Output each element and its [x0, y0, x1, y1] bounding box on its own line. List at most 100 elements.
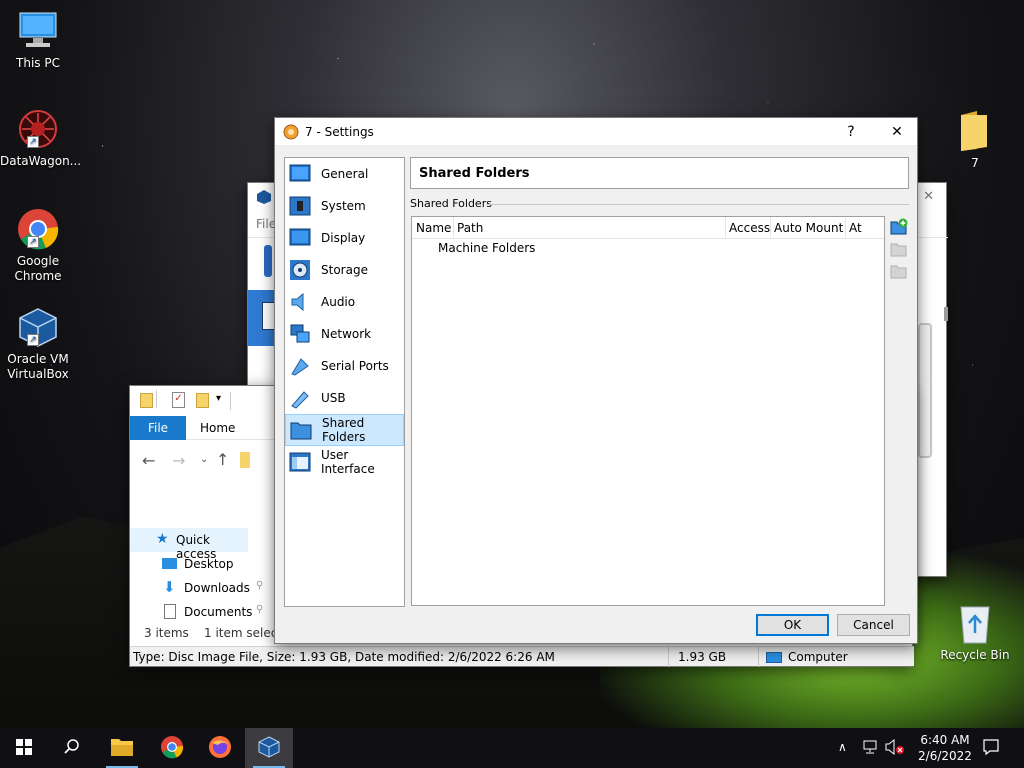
nav-item-downloads[interactable]: ⬇ Downloads ⚲ [130, 578, 263, 600]
column-header-path[interactable]: Path [453, 221, 483, 235]
network-icon [289, 323, 311, 345]
volume-muted-icon[interactable] [885, 738, 905, 756]
nav-item-quick-access[interactable]: ★ Quick access [130, 528, 248, 561]
back-arrow-icon[interactable]: ← [142, 451, 155, 470]
category-general[interactable]: General [285, 158, 404, 190]
desktop-icon-chrome[interactable]: ↗ Google Chrome [0, 206, 76, 284]
nav-label: Desktop [184, 557, 234, 571]
column-header-access[interactable]: Access [725, 221, 770, 235]
serial-ports-icon [289, 355, 311, 377]
computer-icon [766, 652, 782, 663]
settings-dialog[interactable]: 7 - Settings ? ✕ General System Display … [274, 117, 918, 644]
address-folder-icon [240, 452, 250, 468]
category-label: Storage [321, 263, 368, 277]
ok-button[interactable]: OK [756, 614, 829, 636]
category-storage[interactable]: Storage [285, 254, 404, 286]
show-hidden-icons-chevron-icon[interactable]: ∧ [838, 740, 847, 754]
details-text: Type: Disc Image File, Size: 1.93 GB, Da… [133, 650, 555, 664]
virtualbox-icon [257, 735, 281, 762]
virtualbox-icon: ↗ [15, 304, 61, 350]
column-header-at[interactable]: At [845, 221, 862, 235]
recycle-bin-icon [952, 600, 998, 646]
vbox-tool-icon [264, 245, 272, 277]
vbox-splitter-handle[interactable] [944, 307, 948, 321]
details-size: 1.93 GB [678, 650, 727, 664]
nav-item-documents[interactable]: Documents ⚲ [130, 602, 263, 624]
category-network[interactable]: Network [285, 318, 404, 350]
table-row[interactable]: Machine Folders [438, 241, 535, 255]
clock-time: 6:40 AM [920, 733, 970, 747]
chrome-icon [160, 735, 184, 762]
edit-shared-folder-icon [890, 240, 908, 258]
category-label: System [321, 199, 366, 213]
details-location: Computer [788, 650, 848, 664]
dialog-title: 7 - Settings [305, 125, 374, 139]
star-icon: ★ [156, 531, 169, 547]
shortcut-arrow-icon: ↗ [27, 136, 39, 148]
system-clock[interactable]: 6:40 AM 2/6/2022 [914, 732, 976, 764]
nav-label: Downloads [184, 581, 250, 595]
remove-shared-folder-icon [890, 262, 908, 280]
category-usb[interactable]: USB [285, 382, 404, 414]
ribbon-tab-file[interactable]: File [130, 416, 186, 440]
category-system[interactable]: System [285, 190, 404, 222]
status-item-count: 3 items [144, 626, 189, 640]
documents-icon [164, 604, 176, 619]
up-arrow-icon[interactable]: ↑ [216, 450, 229, 469]
display-icon [289, 227, 311, 249]
start-button[interactable] [0, 728, 48, 768]
taskbar-chrome[interactable] [148, 728, 196, 768]
settings-gear-icon [283, 124, 299, 140]
settings-category-list: General System Display Storage Audio Net… [284, 157, 405, 607]
category-display[interactable]: Display [285, 222, 404, 254]
shared-folders-icon [290, 419, 312, 441]
toolbar-separator [230, 392, 231, 410]
new-folder-icon[interactable] [196, 393, 209, 408]
category-label: Audio [321, 295, 356, 309]
category-user-interface[interactable]: User Interface [285, 446, 404, 478]
shortcut-arrow-icon: ↗ [27, 236, 39, 248]
desktop-icon-recycle-bin[interactable]: Recycle Bin [937, 600, 1013, 663]
close-button[interactable]: ✕ [875, 118, 919, 146]
shared-folders-table[interactable]: Name Path Access Auto Mount At Machine F… [411, 216, 885, 606]
category-label: Shared Folders [322, 416, 366, 444]
category-label: User Interface [321, 448, 375, 476]
clock-date: 2/6/2022 [918, 749, 972, 763]
nav-item-desktop[interactable]: Desktop [130, 554, 248, 576]
category-label: Network [321, 327, 372, 341]
desktop-icon-virtualbox[interactable]: ↗ Oracle VM VirtualBox [0, 304, 76, 382]
desktop-icon-folder-7[interactable]: 7 [937, 108, 1013, 171]
ribbon-tab-home[interactable]: Home [200, 421, 235, 435]
category-serial-ports[interactable]: Serial Ports [285, 350, 404, 382]
category-label: General [321, 167, 369, 181]
add-shared-folder-icon[interactable] [890, 218, 908, 236]
help-button[interactable]: ? [829, 118, 873, 146]
taskbar-file-explorer[interactable] [98, 728, 146, 768]
search-button[interactable] [48, 728, 96, 768]
category-shared-folders[interactable]: Shared Folders [285, 414, 404, 446]
column-header-name[interactable]: Name [412, 221, 451, 235]
toolbar-separator [156, 390, 157, 408]
general-icon [289, 163, 311, 185]
properties-icon[interactable]: ✓ [172, 392, 185, 408]
folder-icon [140, 393, 153, 408]
category-audio[interactable]: Audio [285, 286, 404, 318]
table-header: Name Path Access Auto Mount At [412, 217, 884, 239]
column-header-auto-mount[interactable]: Auto Mount [770, 221, 843, 235]
vbox-close-button[interactable]: ✕ [923, 189, 934, 204]
customize-toolbar-icon[interactable]: ▾ [216, 393, 221, 404]
action-center-icon[interactable] [982, 738, 1000, 756]
this-pc-icon [15, 8, 61, 54]
desktop-icon-datawagon[interactable]: ↗ DataWagon... [0, 106, 81, 169]
firefox-icon [208, 735, 232, 762]
taskbar-firefox[interactable] [196, 728, 244, 768]
desktop-icon-this-pc[interactable]: This PC [0, 8, 76, 71]
forward-arrow-icon[interactable]: → [172, 451, 185, 470]
network-status-icon[interactable] [862, 739, 880, 755]
category-label: USB [321, 391, 346, 405]
search-icon [63, 738, 81, 759]
cancel-button[interactable]: Cancel [837, 614, 910, 636]
taskbar-virtualbox[interactable] [245, 728, 293, 768]
recent-locations-chevron-icon[interactable]: ⌄ [200, 454, 208, 465]
usb-icon [289, 387, 311, 409]
